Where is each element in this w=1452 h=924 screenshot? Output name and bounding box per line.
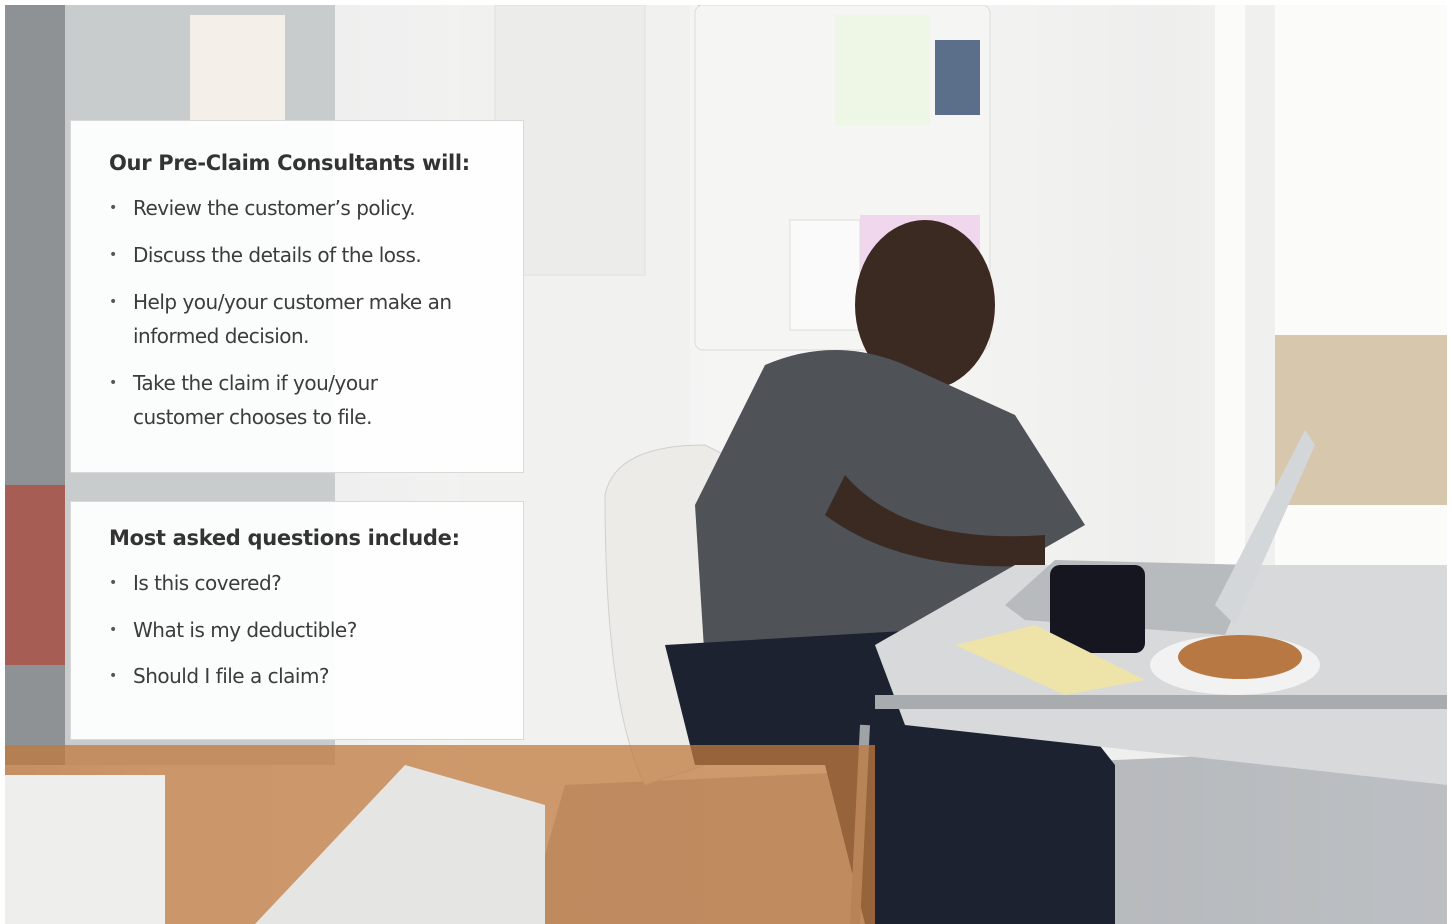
consultants-list: Review the customer’s policy. Discuss th…	[109, 191, 503, 434]
consultants-heading: Our Pre-Claim Consultants will:	[109, 151, 470, 175]
consultants-card: Our Pre-Claim Consultants will: Review t…	[70, 120, 524, 473]
questions-card: Most asked questions include: Is this co…	[70, 501, 524, 740]
list-item: What is my deductible?	[109, 613, 503, 647]
list-item: Should I file a claim?	[109, 659, 503, 693]
list-item: Discuss the details of the loss.	[109, 238, 503, 272]
questions-list: Is this covered? What is my deductible? …	[109, 566, 503, 693]
list-item: Is this covered?	[109, 566, 503, 600]
questions-heading: Most asked questions include:	[109, 526, 460, 550]
list-item: Take the claim if you/your customer choo…	[109, 366, 433, 434]
list-item: Help you/your customer make an informed …	[109, 285, 493, 353]
list-item: Review the customer’s policy.	[109, 191, 503, 225]
